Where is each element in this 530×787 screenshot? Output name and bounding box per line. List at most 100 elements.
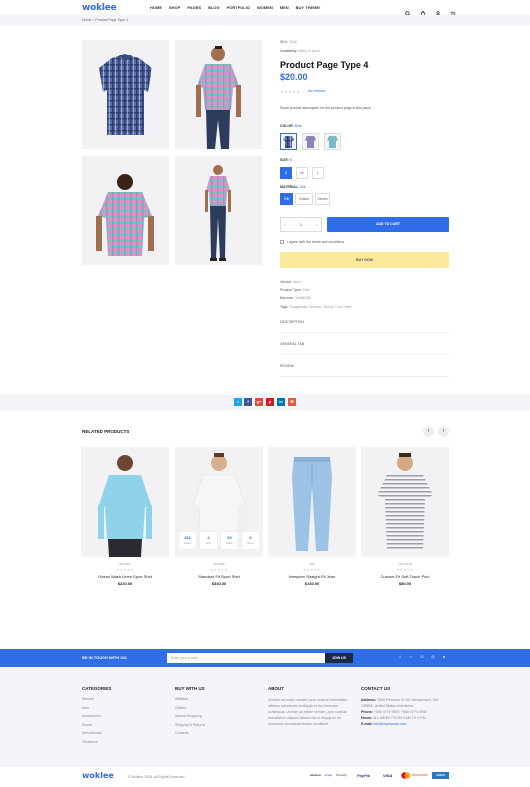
countdown-days: 252 Days [178, 531, 197, 550]
nav-men[interactable]: MEN [280, 5, 289, 10]
google-icon[interactable]: G [419, 654, 425, 660]
qty-value[interactable]: 1 [300, 222, 302, 227]
facebook-icon[interactable]: f [244, 398, 252, 406]
footer-link[interactable]: Women [82, 697, 111, 701]
nav-buy-theme[interactable]: BUY THEME! [296, 5, 321, 10]
product-card-name[interactable]: Custom-Fit Soft-Touch Polo [361, 574, 449, 579]
product-card-price: $80.00 [398, 581, 412, 586]
stripe-icon: stripe [324, 773, 333, 777]
cart-icon[interactable] [420, 4, 426, 17]
add-to-cart-button[interactable]: ADD TO CART [327, 217, 449, 232]
countdown-seconds-unit: Secs [247, 541, 254, 545]
vendor-value[interactable]: Woro [293, 280, 301, 284]
material-option-denim[interactable]: Denim [315, 193, 330, 205]
size-option-l[interactable]: L [312, 167, 324, 179]
accordion-review[interactable]: REVIEW [280, 364, 449, 377]
accordion-description[interactable]: DESCRIPTION [280, 320, 449, 333]
product-card[interactable]: LACOSTE ★★★★★ Custom-Fit Soft-Touch Polo… [361, 447, 449, 586]
email-icon[interactable]: ✉ [288, 398, 296, 406]
site-logo[interactable]: woklee [82, 3, 117, 13]
product-card-vendor: HNP [308, 562, 316, 566]
product-card[interactable]: WOKEE ★★★★★ Ocean Wash Linen Sport Shirt… [81, 447, 169, 586]
account-icon[interactable] [435, 4, 441, 17]
color-swatch-blue[interactable] [280, 133, 297, 150]
terms-checkbox[interactable] [280, 240, 284, 245]
product-card-image[interactable] [361, 447, 449, 557]
footer-link[interactable]: Contacts [175, 731, 205, 735]
product-card-stars: ★★★★★ [116, 568, 134, 572]
paypal-icon: PayPal [357, 773, 371, 778]
newsletter-join-button[interactable]: JOIN US [325, 653, 353, 663]
email-link[interactable]: info@mydomain.com [374, 722, 407, 726]
type-label: Product Type: [280, 288, 302, 292]
buy-now-button[interactable]: BUY NOW [280, 252, 449, 268]
newsletter-email-input[interactable]: Enter your e-mail [167, 653, 325, 663]
footer-link[interactable]: Men [82, 706, 111, 710]
pinterest-icon[interactable]: p [266, 398, 274, 406]
product-card-image[interactable]: 252 Days 4 Hrs 30 Mins 6 Secs [175, 447, 263, 557]
accordion-general-tab-label[interactable]: GENERAL TAB [280, 342, 304, 346]
footer-logo[interactable]: woklee [82, 771, 114, 780]
settings-icon[interactable] [450, 4, 456, 17]
breadcrumb-home[interactable]: Home [82, 18, 91, 22]
product-image-model-back[interactable] [82, 156, 169, 265]
footer-link[interactable]: Shipping & Returns [175, 723, 205, 727]
rating-stars: ★★★★★ [280, 89, 301, 94]
material-option-cotton[interactable]: Cotton [295, 193, 313, 205]
nav-blog[interactable]: BLOG [208, 5, 220, 10]
google-plus-icon[interactable]: g+ [255, 398, 263, 406]
copyright: © Woklee 2018. All Rights Reserved [128, 775, 185, 779]
footer-link[interactable]: Shoes [82, 723, 111, 727]
bottom-bar [0, 767, 530, 787]
twitter-icon[interactable]: t [234, 398, 242, 406]
product-card-name[interactable]: Hampton Straight-Fit Jean [268, 574, 356, 579]
product-image-flat-shirt[interactable] [82, 40, 169, 149]
product-card-name[interactable]: Ocean Wash Linen Sport Shirt [81, 574, 169, 579]
tags-value[interactable]: Sunglasses, Women, Shorts, Cool, New [289, 305, 351, 309]
reviews-link[interactable]: No reviews [308, 89, 325, 93]
accordion-general-tab[interactable]: GENERAL TAB [280, 342, 449, 355]
color-swatch-teal[interactable] [324, 133, 341, 150]
accordion-description-label[interactable]: DESCRIPTION [280, 320, 304, 324]
product-image-model-full[interactable] [175, 156, 262, 265]
size-option-m[interactable]: M [296, 167, 308, 179]
qty-decrease-button[interactable]: − [284, 218, 286, 231]
size-option-s[interactable]: S [280, 167, 292, 179]
dribbble-icon[interactable]: ● [441, 654, 447, 660]
product-card[interactable]: 252 Days 4 Hrs 30 Mins 6 Secs WOKEE ★★★★★ St… [175, 447, 263, 586]
product-card-name[interactable]: Standard Fit Sport Shirt [175, 574, 263, 579]
instagram-icon[interactable]: ◎ [430, 654, 436, 660]
countdown-hours: 4 Hrs [199, 531, 218, 550]
footer-link[interactable]: Clearence [82, 740, 111, 744]
breadcrumb: Home > Product Page Type 4 [0, 15, 530, 25]
linkedin-icon[interactable]: in [277, 398, 285, 406]
nav-pages[interactable]: PAGES [187, 5, 201, 10]
quantity-stepper[interactable]: − 1 + [280, 217, 322, 232]
nav-shop[interactable]: SHOP [169, 5, 180, 10]
color-swatch-pink[interactable] [302, 133, 319, 150]
product-price: $20.00 [280, 72, 308, 82]
product-card-vendor: WOKEE [119, 562, 131, 566]
nav-portfolio[interactable]: PORTFOLIO [227, 5, 250, 10]
carousel-next-button[interactable]: › [438, 426, 449, 437]
product-card[interactable]: HNP ★★★★★ Hampton Straight-Fit Jean $140… [268, 447, 356, 586]
footer-link[interactable]: Accessories [82, 714, 111, 718]
carousel-prev-button[interactable]: ‹ [423, 426, 434, 437]
accordion-review-label[interactable]: REVIEW [280, 364, 294, 368]
footer-link[interactable]: Gallery [175, 706, 205, 710]
product-image-model-front[interactable] [175, 40, 262, 149]
twitter-icon[interactable]: t [408, 654, 414, 660]
facebook-icon[interactable]: f [397, 654, 403, 660]
footer-link[interactable]: New Arrivals [82, 731, 111, 735]
footer-link[interactable]: Affiliates [175, 697, 205, 701]
material-option-silk[interactable]: Silk [280, 193, 293, 205]
qty-increase-button[interactable]: + [316, 218, 318, 231]
footer-link[interactable]: Secure Shopping [175, 714, 205, 718]
product-card-image[interactable] [81, 447, 169, 557]
search-icon[interactable] [405, 4, 411, 17]
countdown-days-value: 252 [184, 535, 191, 540]
product-card-image[interactable] [268, 447, 356, 557]
nav-women[interactable]: WOMEN [257, 5, 273, 10]
product-card-stars: ★★★★★ [396, 568, 414, 572]
nav-home[interactable]: HOME [150, 5, 162, 10]
